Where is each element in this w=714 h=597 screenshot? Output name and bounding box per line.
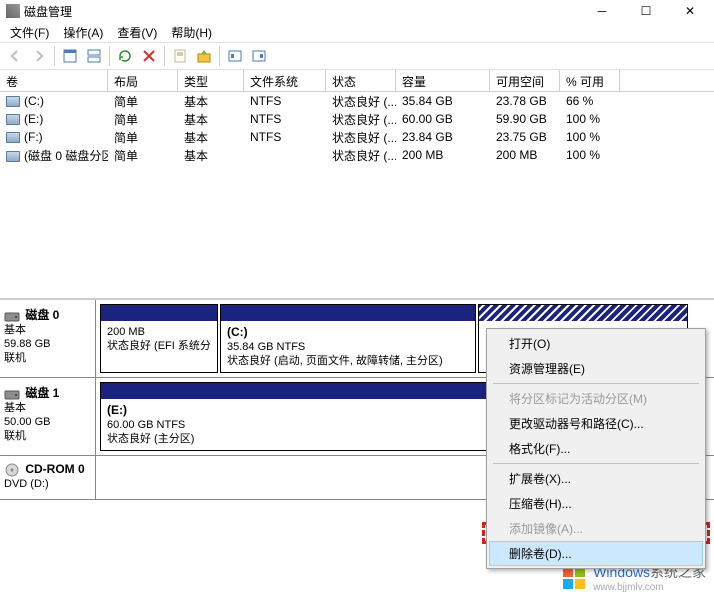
- close-button[interactable]: ✕: [668, 0, 712, 22]
- disk-icon: [4, 387, 20, 401]
- delete-icon[interactable]: [138, 45, 160, 67]
- cdrom-icon: [4, 463, 20, 477]
- menu-action[interactable]: 操作(A): [57, 22, 109, 43]
- col-capacity[interactable]: 容量: [396, 70, 490, 91]
- ctx-change-letter[interactable]: 更改驱动器号和路径(C)...: [489, 411, 703, 436]
- ctx-explorer[interactable]: 资源管理器(E): [489, 356, 703, 381]
- view1-icon[interactable]: [59, 45, 81, 67]
- disk1-name: 磁盘 1: [25, 386, 59, 400]
- view2-icon[interactable]: [83, 45, 105, 67]
- disk0-name: 磁盘 0: [25, 308, 59, 322]
- menubar: 文件(F) 操作(A) 查看(V) 帮助(H): [0, 22, 714, 42]
- table-row[interactable]: (E:)简单基本NTFS状态良好 (...60.00 GB59.90 GB100…: [0, 110, 714, 128]
- table-row[interactable]: (C:)简单基本NTFS状态良好 (...35.84 GB23.78 GB66 …: [0, 92, 714, 110]
- maximize-button[interactable]: ☐: [624, 0, 668, 22]
- ctx-format[interactable]: 格式化(F)...: [489, 436, 703, 461]
- table-row[interactable]: (磁盘 0 磁盘分区 1)简单基本状态良好 (...200 MB200 MB10…: [0, 146, 714, 164]
- ctx-extend[interactable]: 扩展卷(X)...: [489, 466, 703, 491]
- partition[interactable]: 200 MB状态良好 (EFI 系统分: [100, 304, 218, 373]
- disk1-label[interactable]: 磁盘 1 基本 50.00 GB 联机: [0, 378, 96, 455]
- minimize-button[interactable]: ─: [580, 0, 624, 22]
- disk-icon: [4, 309, 20, 323]
- col-status[interactable]: 状态: [326, 70, 396, 91]
- toolbar: [0, 42, 714, 70]
- properties-icon[interactable]: [169, 45, 191, 67]
- ctx-delete-volume[interactable]: 删除卷(D)...: [489, 541, 703, 566]
- col-volume[interactable]: 卷: [0, 70, 108, 91]
- col-free[interactable]: 可用空间: [490, 70, 560, 91]
- titlebar: 磁盘管理 ─ ☐ ✕: [0, 0, 714, 22]
- col-layout[interactable]: 布局: [108, 70, 178, 91]
- settings1-icon[interactable]: [224, 45, 246, 67]
- app-icon: [6, 4, 20, 18]
- settings2-icon[interactable]: [248, 45, 270, 67]
- partition[interactable]: (C:)35.84 GB NTFS状态良好 (启动, 页面文件, 故障转储, 主…: [220, 304, 476, 373]
- col-fs[interactable]: 文件系统: [244, 70, 326, 91]
- forward-icon[interactable]: [28, 45, 50, 67]
- col-pct[interactable]: % 可用: [560, 70, 620, 91]
- refresh-icon[interactable]: [114, 45, 136, 67]
- ctx-mark-active: 将分区标记为活动分区(M): [489, 386, 703, 411]
- table-row[interactable]: (F:)简单基本NTFS状态良好 (...23.84 GB23.75 GB100…: [0, 128, 714, 146]
- cdrom-label[interactable]: CD-ROM 0 DVD (D:): [0, 456, 96, 499]
- window-title: 磁盘管理: [24, 3, 72, 20]
- volume-list: 卷 布局 类型 文件系统 状态 容量 可用空间 % 可用 (C:)简单基本NTF…: [0, 70, 714, 298]
- table-rows: (C:)简单基本NTFS状态良好 (...35.84 GB23.78 GB66 …: [0, 92, 714, 298]
- ctx-add-mirror: 添加镜像(A)...: [489, 516, 703, 541]
- context-menu: 打开(O) 资源管理器(E) 将分区标记为活动分区(M) 更改驱动器号和路径(C…: [486, 328, 706, 569]
- ctx-shrink[interactable]: 压缩卷(H)...: [489, 491, 703, 516]
- menu-file[interactable]: 文件(F): [4, 22, 55, 43]
- disk0-label[interactable]: 磁盘 0 基本 59.88 GB 联机: [0, 300, 96, 377]
- table-headers: 卷 布局 类型 文件系统 状态 容量 可用空间 % 可用: [0, 70, 714, 92]
- window-buttons: ─ ☐ ✕: [580, 0, 712, 22]
- cdrom-name: CD-ROM 0: [25, 462, 84, 476]
- col-type[interactable]: 类型: [178, 70, 244, 91]
- back-icon[interactable]: [4, 45, 26, 67]
- menu-view[interactable]: 查看(V): [111, 22, 163, 43]
- menu-help[interactable]: 帮助(H): [165, 22, 218, 43]
- ctx-open[interactable]: 打开(O): [489, 331, 703, 356]
- up-icon[interactable]: [193, 45, 215, 67]
